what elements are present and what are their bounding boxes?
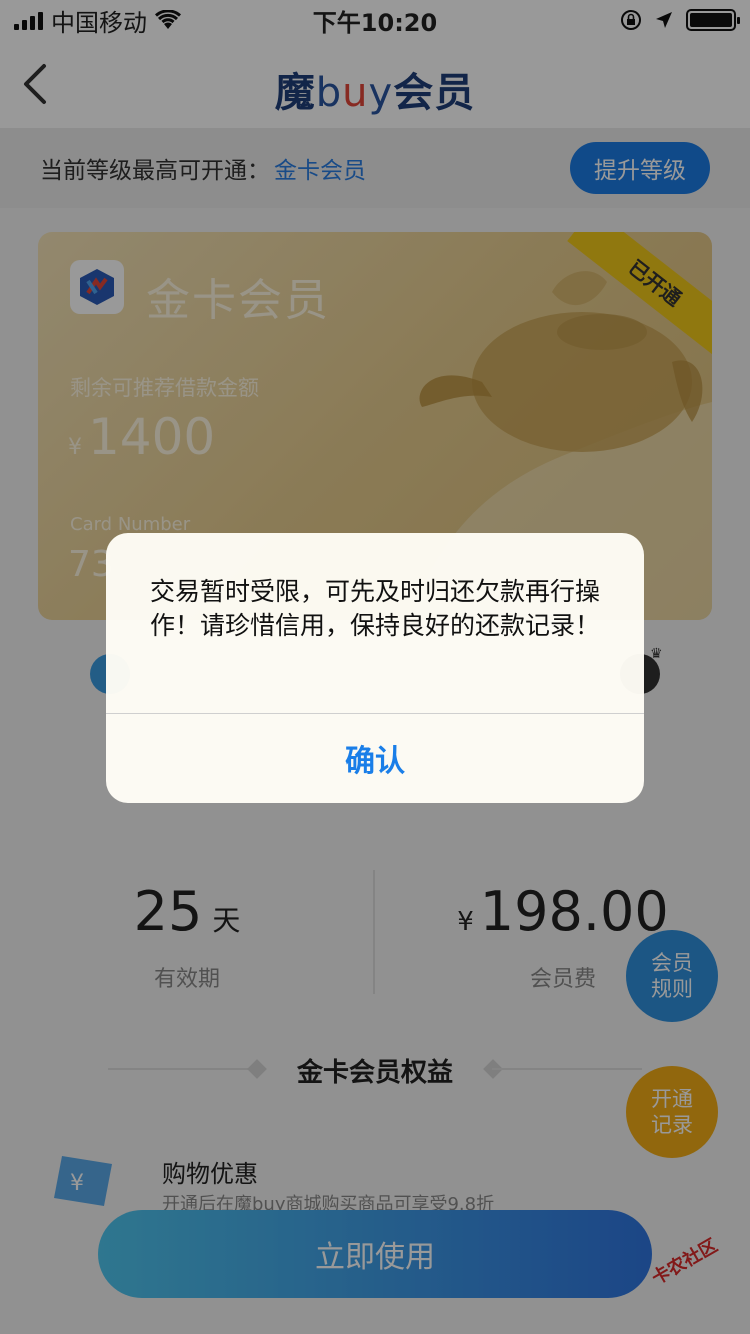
alert-dialog: 交易暂时受限，可先及时归还欠款再行操作！请珍惜信用，保持良好的还款记录！ 确认 <box>106 533 644 803</box>
confirm-button[interactable]: 确认 <box>106 714 644 802</box>
alert-message: 交易暂时受限，可先及时归还欠款再行操作！请珍惜信用，保持良好的还款记录！ <box>149 577 600 640</box>
